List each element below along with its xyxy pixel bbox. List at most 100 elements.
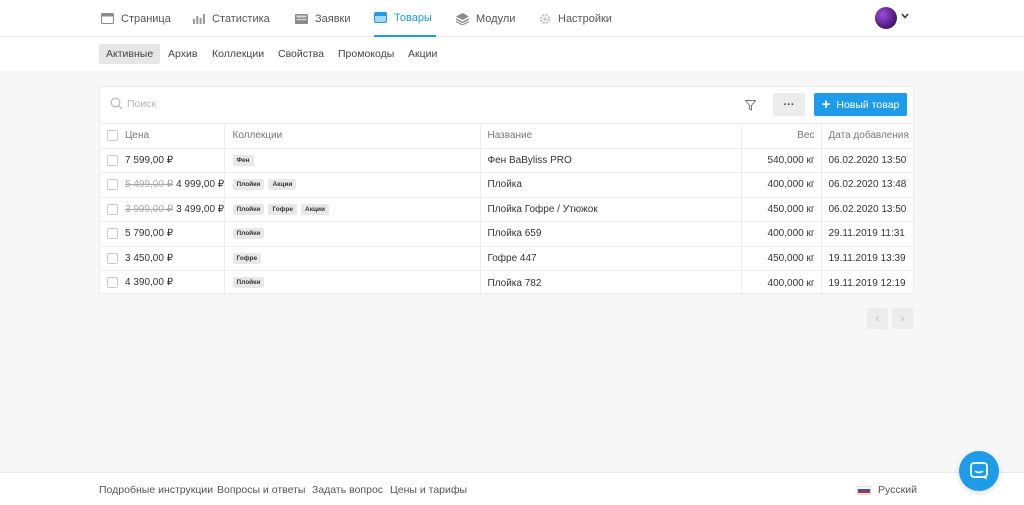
date-cell: 19.11.2019 12:19 (820, 270, 913, 295)
collection-tag: Плойки (232, 203, 265, 215)
nav-item-label: Модули (476, 12, 516, 25)
date-cell: 19.11.2019 13:39 (820, 245, 913, 271)
new-product-button[interactable]: + Новый товар (814, 93, 907, 116)
header-collections[interactable]: Коллекции (223, 123, 480, 148)
prev-page-button[interactable]: ‹ (867, 308, 888, 329)
price: 3 450,00 ₽ (125, 252, 174, 264)
collection-tag: Акции (268, 179, 297, 191)
table-row[interactable]: 5 790,00 ₽ Плойки Плойка 659 400,000 кг … (100, 221, 913, 246)
collection-tag: Гофре (268, 203, 298, 215)
nav-item-label: Заявки (315, 12, 351, 25)
language-label: Русский (878, 484, 917, 496)
weight-cell: 400,000 кг (740, 221, 821, 246)
name-cell[interactable]: Плойка Гофре / Утюжок (479, 196, 741, 222)
layers-icon (456, 12, 469, 25)
table-row[interactable]: 7 599,00 ₽ Фен Фен BaByliss PRO 540,000 … (100, 147, 913, 173)
nav-item-requests[interactable]: Заявки (295, 0, 351, 37)
footer: Подробные инструкции Вопросы и ответы За… (0, 472, 1024, 505)
gear-icon (539, 13, 551, 24)
filter-button[interactable] (740, 95, 760, 115)
nav-item-modules[interactable]: Модули (456, 0, 515, 37)
table-row[interactable]: 4 390,00 ₽ Плойки Плойка 782 400,000 кг … (100, 270, 913, 295)
products-table: Цена Коллекции Название Вес Дата добавле… (100, 123, 913, 295)
tab-promotions[interactable]: Акции (401, 44, 444, 64)
table-row[interactable]: 3 450,00 ₽ Гофре Гофре 447 450,000 кг 19… (100, 245, 913, 271)
footer-link-instructions[interactable]: Подробные инструкции (99, 484, 213, 496)
date-cell: 06.02.2020 13:48 (820, 172, 913, 197)
weight-cell: 400,000 кг (740, 270, 821, 295)
collection-tag: Плойки (232, 228, 265, 240)
window-icon (101, 13, 114, 24)
weight-cell: 540,000 кг (740, 147, 821, 173)
new-product-label: Новый товар (836, 98, 900, 111)
collections-cell: Плойки (223, 270, 480, 295)
price: 5 790,00 ₽ (125, 228, 174, 240)
tab-collections[interactable]: Коллекции (205, 44, 271, 64)
sub-navigation: Активные Архив Коллекции Свойства Промок… (0, 37, 1024, 71)
row-checkbox[interactable] (107, 154, 118, 166)
chat-icon (970, 462, 988, 480)
row-checkbox[interactable] (107, 228, 118, 240)
chevron-down-icon[interactable] (901, 13, 909, 19)
price-cell: 3 999,00 ₽3 499,00 ₽ (100, 196, 224, 222)
header-weight[interactable]: Вес (740, 123, 821, 148)
filter-icon (744, 99, 756, 111)
name-cell[interactable]: Плойка (479, 172, 741, 197)
collections-cell: Плойки (223, 221, 480, 246)
nav-item-label: Страница (121, 12, 171, 25)
weight-cell: 450,000 кг (740, 245, 821, 271)
collections-cell: Плойки Акции (223, 172, 480, 197)
nav-item-settings[interactable]: Настройки (539, 0, 612, 37)
price-cell: 5 790,00 ₽ (100, 221, 224, 246)
table-row[interactable]: 5 499,00 ₽4 999,00 ₽ Плойки Акции Плойка … (100, 172, 913, 197)
price-group: 5 499,00 ₽4 999,00 ₽ (125, 179, 224, 190)
chat-button[interactable] (959, 451, 999, 491)
row-checkbox[interactable] (107, 179, 118, 191)
box-icon (374, 12, 387, 23)
select-all-checkbox[interactable] (107, 130, 118, 142)
price: 7 599,00 ₽ (125, 154, 174, 166)
tab-archive[interactable]: Архив (161, 44, 204, 64)
date-cell: 06.02.2020 13:50 (820, 147, 913, 173)
nav-item-label: Настройки (558, 12, 612, 25)
collection-tag: Плойки (232, 277, 265, 289)
avatar[interactable] (875, 7, 897, 29)
language-selector[interactable]: Русский (857, 484, 917, 496)
weight-cell: 450,000 кг (740, 196, 821, 222)
name-cell[interactable]: Плойка 782 (479, 270, 741, 295)
price-cell: 5 499,00 ₽4 999,00 ₽ (100, 172, 224, 197)
footer-link-faq[interactable]: Вопросы и ответы (217, 484, 305, 496)
date-cell: 06.02.2020 13:50 (820, 196, 913, 222)
table-row[interactable]: 3 999,00 ₽3 499,00 ₽ Плойки Гофре Акции Пл… (100, 196, 913, 222)
row-checkbox[interactable] (107, 252, 118, 264)
bar-chart-icon (193, 14, 205, 24)
tab-properties[interactable]: Свойства (271, 44, 331, 64)
price: 4 390,00 ₽ (125, 277, 174, 289)
price: 4 999,00 ₽ (176, 179, 224, 191)
search-input[interactable] (127, 95, 687, 113)
name-cell[interactable]: Плойка 659 (479, 221, 741, 246)
header-date[interactable]: Дата добавления (820, 123, 913, 148)
nav-item-statistics[interactable]: Статистика (193, 0, 270, 37)
footer-link-pricing[interactable]: Цены и тарифы (390, 484, 467, 496)
more-button[interactable]: ··· (773, 93, 805, 116)
old-price: 5 499,00 ₽ (125, 179, 174, 191)
tab-active[interactable]: Активные (99, 44, 161, 64)
price-group: 3 999,00 ₽3 499,00 ₽ (125, 204, 224, 215)
nav-item-products[interactable]: Товары (374, 0, 436, 37)
header-name[interactable]: Название (479, 123, 741, 148)
row-checkbox[interactable] (107, 277, 118, 289)
collection-tag: Плойки (232, 179, 265, 191)
collection-tag: Гофре (232, 252, 262, 264)
name-cell[interactable]: Гофре 447 (479, 245, 741, 271)
name-cell[interactable]: Фен BaByliss PRO (479, 147, 741, 173)
footer-link-ask[interactable]: Задать вопрос (312, 484, 383, 496)
row-checkbox[interactable] (107, 203, 118, 215)
nav-item-page[interactable]: Страница (101, 0, 171, 37)
next-page-button[interactable]: › (892, 308, 913, 329)
nav-item-label: Статистика (212, 12, 270, 25)
inbox-icon (295, 13, 308, 24)
tab-promocodes[interactable]: Промокоды (331, 44, 401, 64)
nav-item-label: Товары (394, 11, 432, 24)
old-price: 3 999,00 ₽ (125, 203, 174, 215)
